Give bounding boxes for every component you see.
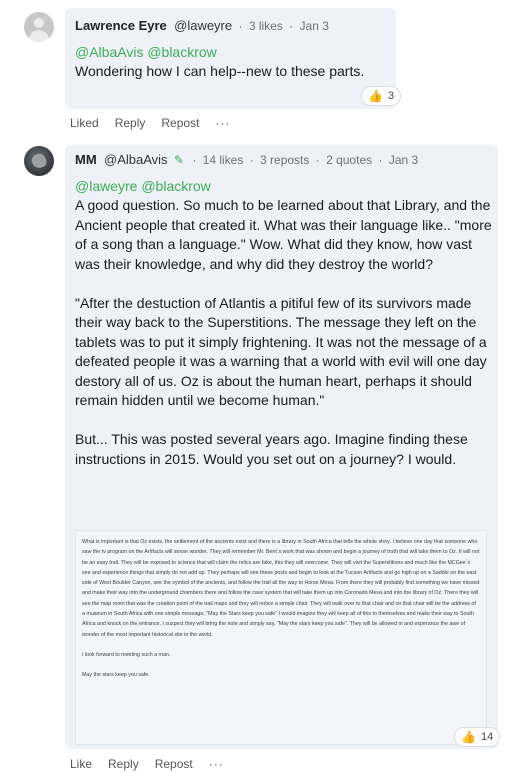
reply-button[interactable]: Reply <box>115 116 146 130</box>
separator: · <box>315 153 320 167</box>
comment-body: Wondering how I can help--new to these p… <box>75 62 390 101</box>
avatar-bird <box>30 152 48 170</box>
post-date[interactable]: Jan 3 <box>300 19 329 33</box>
like-button[interactable]: Liked <box>70 116 99 130</box>
avatar[interactable] <box>24 12 54 42</box>
like-badge-count: 3 <box>387 90 395 102</box>
like-button[interactable]: Like <box>70 757 92 771</box>
author-name[interactable]: Lawrence Eyre <box>75 18 167 33</box>
repost-button[interactable]: Repost <box>155 757 193 771</box>
comment: Lawrence Eyre @laweyre · 3 likes · Jan 3… <box>0 0 510 140</box>
comment-bubble: MM @AlbaAvis ✎ · 14 likes · 3 reposts · … <box>65 145 498 749</box>
attachment-paragraph: What is important is that Oz exists, the… <box>82 539 480 638</box>
comment-actions: Like Reply Repost ··· <box>70 757 224 771</box>
attachment-paragraph: I look forward to meeting such a man. <box>82 651 171 658</box>
like-badge[interactable]: 👍 3 <box>361 86 402 106</box>
comment-meta: MM @AlbaAvis ✎ · 14 likes · 3 reposts · … <box>75 152 418 168</box>
attachment-paragraph: May the stars keep you safe. <box>82 672 150 679</box>
reposts-count[interactable]: 3 reposts <box>260 153 309 167</box>
likes-count[interactable]: 3 likes <box>249 19 283 33</box>
author-name[interactable]: MM <box>75 152 97 167</box>
comment-actions: Liked Reply Repost ··· <box>70 116 230 130</box>
comment-paragraph: A good question. So much to be learned a… <box>75 197 492 272</box>
reply-button[interactable]: Reply <box>108 757 139 771</box>
quotes-count[interactable]: 2 quotes <box>326 153 372 167</box>
avatar[interactable] <box>24 146 54 176</box>
post-date[interactable]: Jan 3 <box>389 153 418 167</box>
thumbs-up-icon: 👍 <box>461 730 476 744</box>
author-handle[interactable]: @laweyre <box>174 18 232 33</box>
avatar-shoulders <box>29 30 49 42</box>
thumbs-up-icon: 👍 <box>368 89 383 103</box>
author-handle[interactable]: @AlbaAvis <box>104 152 168 167</box>
more-icon[interactable]: ··· <box>215 116 230 130</box>
attached-image[interactable]: What is important is that Oz exists, the… <box>75 530 487 745</box>
separator: · <box>192 153 197 167</box>
like-badge-count: 14 <box>480 731 494 743</box>
separator: · <box>378 153 383 167</box>
like-badge[interactable]: 👍 14 <box>454 727 501 747</box>
comment-paragraph: "After the destuction of Atlantis a piti… <box>75 294 487 409</box>
comment-bubble: Lawrence Eyre @laweyre · 3 likes · Jan 3… <box>65 8 396 109</box>
comment-body: A good question. So much to be learned a… <box>75 196 493 489</box>
separator: · <box>289 19 294 33</box>
comment-paragraph: But... This was posted several years ago… <box>75 431 468 467</box>
separator: · <box>249 153 254 167</box>
comment-meta: Lawrence Eyre @laweyre · 3 likes · Jan 3 <box>75 18 329 34</box>
likes-count[interactable]: 14 likes <box>203 153 244 167</box>
comment-thread: Lawrence Eyre @laweyre · 3 likes · Jan 3… <box>0 0 510 779</box>
avatar-head <box>34 18 44 28</box>
comment: MM @AlbaAvis ✎ · 14 likes · 3 reposts · … <box>0 140 510 779</box>
more-icon[interactable]: ··· <box>209 757 224 771</box>
mentions[interactable]: @AlbaAvis @blackrow <box>75 43 217 61</box>
comment-paragraph: Wondering how I can help--new to these p… <box>75 63 365 79</box>
separator: · <box>238 19 243 33</box>
pencil-icon: ✎ <box>173 153 184 167</box>
repost-button[interactable]: Repost <box>161 116 199 130</box>
mentions[interactable]: @laweyre @blackrow <box>75 177 211 195</box>
